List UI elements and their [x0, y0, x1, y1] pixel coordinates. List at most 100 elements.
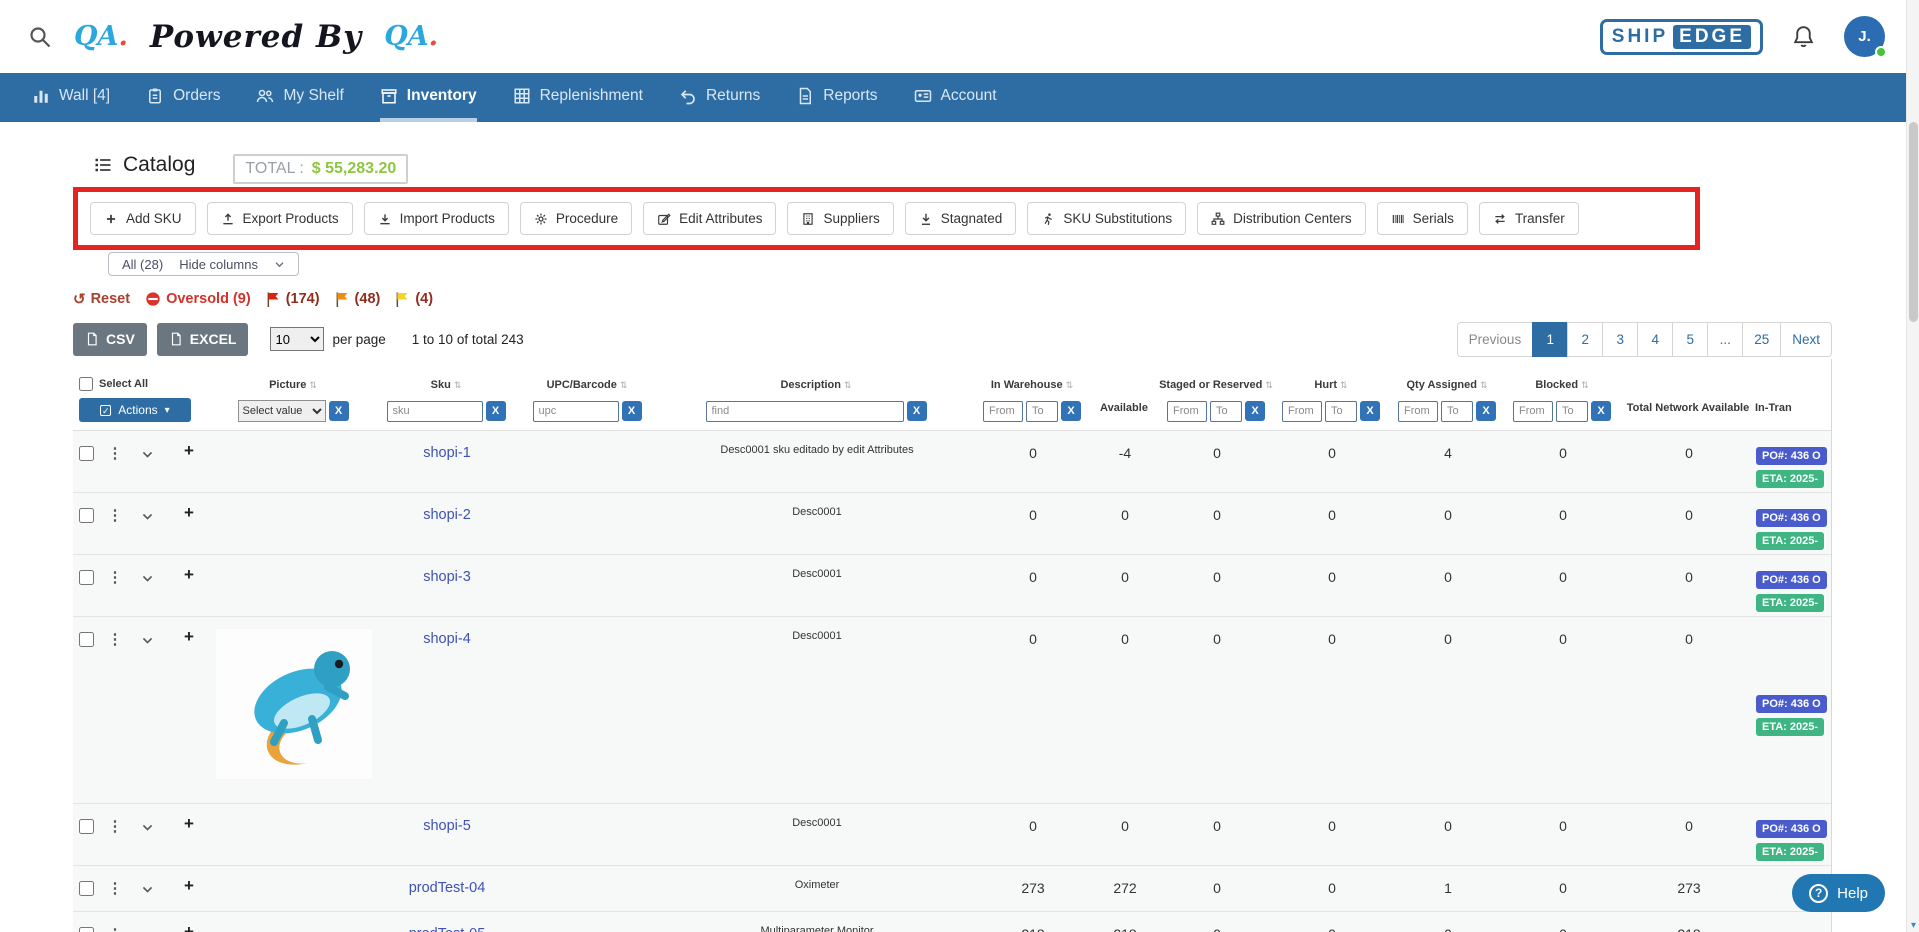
- sku-link[interactable]: prodTest-05: [409, 926, 486, 932]
- row-expand-chevron-icon[interactable]: [130, 617, 164, 803]
- clear-picture-filter-button[interactable]: X: [329, 401, 349, 421]
- row-checkbox[interactable]: [79, 632, 94, 647]
- row-add-icon[interactable]: +: [164, 555, 214, 616]
- nav-item-wall[interactable]: Wall [4]: [32, 73, 110, 122]
- red-flag-filter[interactable]: (174): [266, 291, 320, 308]
- hurt-to-input[interactable]: [1325, 401, 1357, 422]
- vertical-scrollbar[interactable]: ▾: [1906, 0, 1919, 932]
- sort-icon[interactable]: ⇅: [454, 380, 462, 391]
- staged-to-input[interactable]: [1210, 401, 1242, 422]
- previous-page-button[interactable]: Previous: [1457, 322, 1534, 357]
- row-expand-chevron-icon[interactable]: [130, 912, 164, 932]
- next-page-button[interactable]: Next: [1780, 322, 1832, 357]
- clear-sku-filter-button[interactable]: X: [486, 401, 506, 421]
- description-filter-input[interactable]: [706, 401, 904, 422]
- picture-filter-select[interactable]: Select value: [238, 400, 326, 422]
- in-warehouse-to-input[interactable]: [1026, 401, 1058, 422]
- sort-icon[interactable]: ⇅: [1066, 380, 1074, 391]
- sort-icon[interactable]: ⇅: [844, 380, 852, 391]
- clear-blocked-filter-button[interactable]: X: [1591, 401, 1611, 421]
- select-all-checkbox[interactable]: [79, 377, 93, 391]
- sort-icon[interactable]: ⇅: [1340, 380, 1348, 391]
- row-add-icon[interactable]: +: [164, 617, 214, 803]
- nav-item-my-shelf[interactable]: My Shelf: [256, 73, 343, 122]
- row-checkbox[interactable]: [79, 508, 94, 523]
- clear-in-warehouse-filter-button[interactable]: X: [1061, 401, 1081, 421]
- page-button-2[interactable]: 2: [1567, 322, 1603, 357]
- nav-item-account[interactable]: Account: [914, 73, 997, 122]
- blocked-to-input[interactable]: [1556, 401, 1588, 422]
- upc-filter-input[interactable]: [533, 401, 619, 422]
- nav-item-reports[interactable]: Reports: [796, 73, 877, 122]
- excel-button[interactable]: EXCEL: [157, 323, 249, 356]
- import-products-button[interactable]: Import Products: [364, 202, 509, 235]
- row-menu-icon[interactable]: ⋮: [100, 866, 130, 911]
- row-add-icon[interactable]: +: [164, 804, 214, 865]
- suppliers-button[interactable]: Suppliers: [787, 202, 893, 235]
- orange-flag-filter[interactable]: (48): [335, 291, 381, 308]
- row-checkbox[interactable]: [79, 446, 94, 461]
- row-expand-chevron-icon[interactable]: [130, 804, 164, 865]
- clear-upc-filter-button[interactable]: X: [622, 401, 642, 421]
- qty-assigned-to-input[interactable]: [1441, 401, 1473, 422]
- page-button-3[interactable]: 3: [1602, 322, 1638, 357]
- hide-columns-dropdown[interactable]: All (28) Hide columns: [108, 252, 299, 276]
- row-menu-icon[interactable]: ⋮: [100, 431, 130, 492]
- help-button[interactable]: ? Help: [1792, 874, 1885, 912]
- sort-icon[interactable]: ⇅: [309, 380, 317, 391]
- actions-dropdown[interactable]: ✓ Actions ▾: [79, 398, 191, 422]
- scroll-down-arrow-icon[interactable]: ▾: [1907, 920, 1919, 931]
- edit-attributes-button[interactable]: Edit Attributes: [643, 202, 776, 235]
- row-checkbox[interactable]: [79, 570, 94, 585]
- page-button-5[interactable]: 5: [1672, 322, 1708, 357]
- in-warehouse-from-input[interactable]: [983, 401, 1023, 422]
- row-add-icon[interactable]: +: [164, 912, 214, 932]
- row-menu-icon[interactable]: ⋮: [100, 555, 130, 616]
- row-expand-chevron-icon[interactable]: [130, 493, 164, 554]
- row-menu-icon[interactable]: ⋮: [100, 617, 130, 803]
- transfer-button[interactable]: Transfer: [1479, 202, 1579, 235]
- staged-from-input[interactable]: [1167, 401, 1207, 422]
- stagnated-button[interactable]: Stagnated: [905, 202, 1017, 235]
- sort-icon[interactable]: ⇅: [1480, 380, 1488, 391]
- add-sku-button[interactable]: Add SKU: [90, 202, 196, 235]
- sku-link[interactable]: shopi-1: [423, 445, 471, 461]
- clear-staged-filter-button[interactable]: X: [1245, 401, 1265, 421]
- row-add-icon[interactable]: +: [164, 431, 214, 492]
- distribution-centers-button[interactable]: Distribution Centers: [1197, 202, 1366, 235]
- sku-link[interactable]: shopi-2: [423, 507, 471, 523]
- search-icon[interactable]: [28, 25, 52, 49]
- row-expand-chevron-icon[interactable]: [130, 866, 164, 911]
- csv-button[interactable]: CSV: [73, 323, 147, 356]
- row-menu-icon[interactable]: ⋮: [100, 804, 130, 865]
- clear-description-filter-button[interactable]: X: [907, 401, 927, 421]
- sku-link[interactable]: shopi-5: [423, 818, 471, 834]
- qty-assigned-from-input[interactable]: [1398, 401, 1438, 422]
- export-products-button[interactable]: Export Products: [207, 202, 353, 235]
- clear-qty-assigned-filter-button[interactable]: X: [1476, 401, 1496, 421]
- page-button-25[interactable]: 25: [1742, 322, 1781, 357]
- scrollbar-thumb[interactable]: [1909, 122, 1918, 322]
- oversold-filter[interactable]: Oversold (9): [145, 291, 251, 307]
- row-checkbox[interactable]: [79, 819, 94, 834]
- page-button-1[interactable]: 1: [1532, 322, 1568, 357]
- nav-item-returns[interactable]: Returns: [679, 73, 760, 122]
- procedure-button[interactable]: Procedure: [520, 202, 632, 235]
- bell-icon[interactable]: [1791, 24, 1816, 49]
- page-button-4[interactable]: 4: [1637, 322, 1673, 357]
- row-expand-chevron-icon[interactable]: [130, 555, 164, 616]
- sort-icon[interactable]: ⇅: [1581, 380, 1589, 391]
- row-checkbox[interactable]: [79, 881, 94, 896]
- sku-link[interactable]: shopi-4: [423, 631, 471, 647]
- reset-filter[interactable]: ↺ Reset: [73, 290, 130, 308]
- avatar[interactable]: J.: [1844, 16, 1885, 57]
- page-ellipsis[interactable]: ...: [1707, 322, 1743, 357]
- sort-icon[interactable]: ⇅: [620, 380, 628, 391]
- row-add-icon[interactable]: +: [164, 866, 214, 911]
- sku-filter-input[interactable]: [387, 401, 483, 422]
- blocked-from-input[interactable]: [1513, 401, 1553, 422]
- nav-item-orders[interactable]: Orders: [146, 73, 220, 122]
- row-checkbox[interactable]: [79, 927, 94, 932]
- hurt-from-input[interactable]: [1282, 401, 1322, 422]
- row-menu-icon[interactable]: ⋮: [100, 493, 130, 554]
